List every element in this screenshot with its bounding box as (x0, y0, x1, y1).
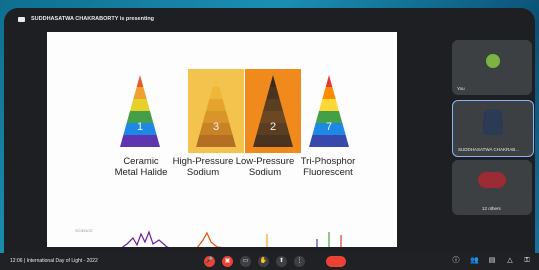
shared-slide: 1 3 2 7 Ceramic Metal Halide High-Pressu… (47, 32, 397, 247)
captions-icon[interactable]: ▭ (240, 256, 251, 267)
lamp-3-cone (253, 75, 293, 147)
participant-tile-you[interactable]: You (452, 40, 532, 95)
meeting-time-title: 12:06 | International Day of Light - 202… (10, 258, 98, 264)
lamp-1-cone (120, 75, 160, 147)
more-icon[interactable]: ⋮ (294, 256, 305, 267)
avatar (486, 54, 500, 68)
lamp-1: 1 (112, 69, 168, 153)
lamp-2-cone (196, 75, 236, 147)
avatar (483, 109, 503, 135)
lamp-2-number: 3 (212, 121, 220, 133)
participant-tile-presenter[interactable]: SUDDHASATWA CHAKRAB... (452, 100, 534, 157)
slide-watermark: SCIENCE (75, 228, 93, 233)
activities-icon[interactable]: △ (506, 257, 514, 265)
participant-tile-others[interactable]: 12 others (452, 160, 532, 215)
presenting-banner: SUDDHASATWA CHAKRABORTY is presenting (4, 8, 535, 30)
present-icon[interactable]: ⬆ (276, 256, 287, 267)
lamp-3-number: 2 (269, 121, 277, 133)
end-call-button[interactable] (326, 256, 346, 267)
raise-hand-icon[interactable]: ✋ (258, 256, 269, 267)
lamp-4: 7 (301, 69, 357, 153)
lock-icon[interactable]: ⚿ (523, 257, 531, 265)
spectrum-metal-halide (121, 230, 169, 247)
camera-off-icon[interactable]: ▣ (222, 256, 233, 267)
avatar-group (478, 172, 506, 188)
lamp-2: 3 (188, 69, 244, 153)
present-icon (18, 16, 25, 22)
lamp-4-cone (309, 75, 349, 147)
participant-name: 12 others (482, 206, 501, 211)
meeting-bottom-bar: 12:06 | International Day of Light - 202… (0, 253, 539, 270)
participant-name: You (457, 86, 465, 91)
mic-off-icon[interactable]: 🎤 (204, 256, 215, 267)
lamp-4-label: Tri-Phosphor Fluorescent (300, 156, 356, 178)
people-icon[interactable]: 👥 (470, 257, 479, 265)
lamp-3: 2 (245, 69, 301, 153)
spectrum-hps (197, 231, 223, 247)
info-icon[interactable]: ⓘ (452, 257, 460, 265)
lamp-4-number: 7 (325, 121, 333, 133)
spectrum-lps (266, 234, 268, 247)
lamp-1-number: 1 (136, 121, 144, 133)
chat-icon[interactable]: ▤ (488, 257, 496, 265)
presenting-text: SUDDHASATWA CHAKRABORTY is presenting (31, 16, 155, 22)
spectrum-fluorescent (316, 232, 342, 247)
participant-name: SUDDHASATWA CHAKRAB... (458, 147, 520, 152)
